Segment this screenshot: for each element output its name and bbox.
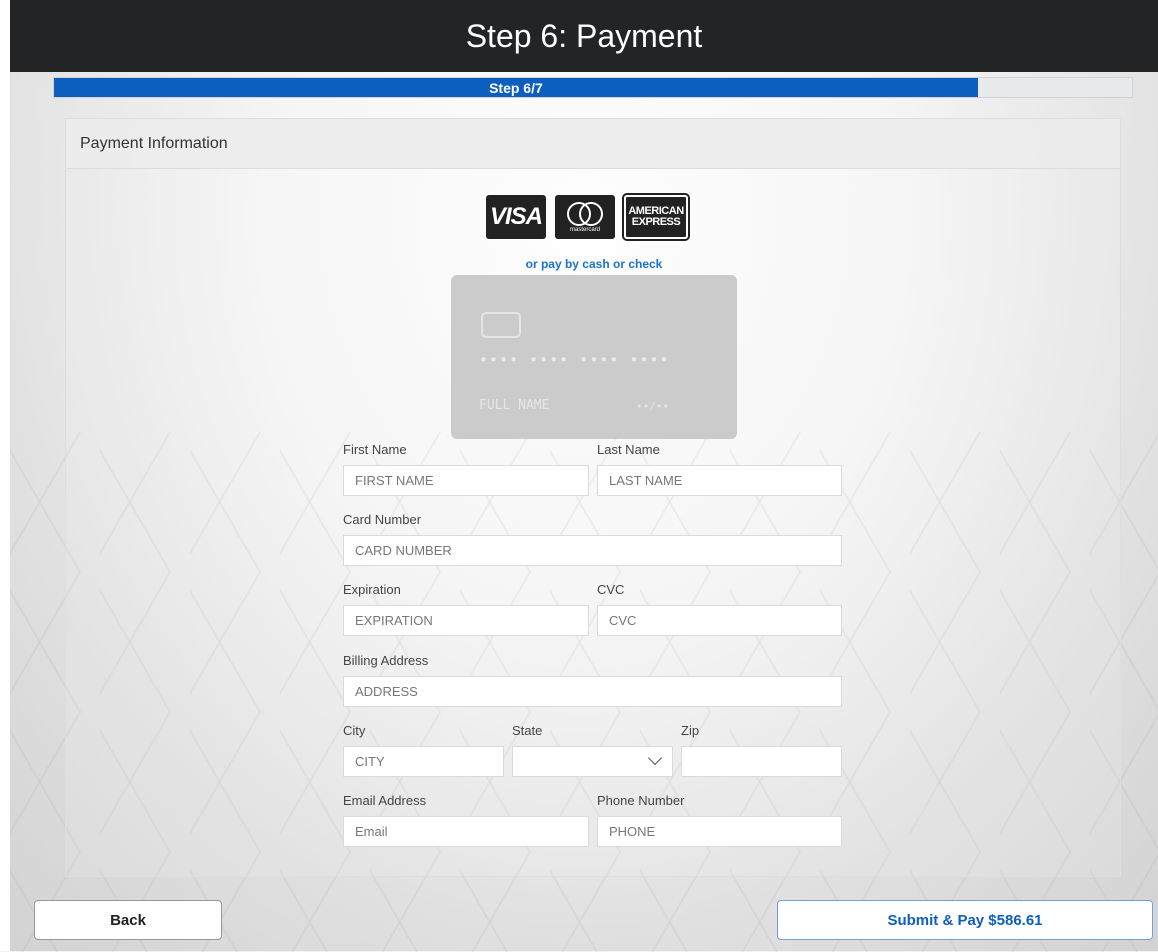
page-header: Step 6: Payment <box>10 0 1158 72</box>
phone-label: Phone Number <box>597 793 685 808</box>
cvc-label: CVC <box>597 582 625 597</box>
billing-address-label: Billing Address <box>343 653 429 668</box>
expiration-field[interactable] <box>343 605 589 636</box>
card-preview-expiry: ••/•• <box>636 400 670 413</box>
chevron-down-icon <box>647 750 663 766</box>
state-select[interactable] <box>512 746 673 777</box>
back-button[interactable]: Back <box>34 900 222 940</box>
phone-field[interactable] <box>597 816 842 847</box>
billing-address-field[interactable] <box>343 676 842 707</box>
last-name-label: Last Name <box>597 442 660 457</box>
card-number-field[interactable] <box>343 535 842 566</box>
city-label: City <box>343 723 366 738</box>
expiration-label: Expiration <box>343 582 401 597</box>
page-title: Step 6: Payment <box>465 17 703 54</box>
email-label: Email Address <box>343 793 427 808</box>
submit-pay-button[interactable]: Submit & Pay $586.61 <box>777 900 1153 940</box>
payment-page: Step 6: Payment Step 6/7 Payment Informa… <box>10 0 1158 952</box>
mastercard-icon: mastercard <box>555 195 615 239</box>
state-label: State <box>512 723 543 738</box>
email-field[interactable] <box>343 816 589 847</box>
card-number-label: Card Number <box>343 512 422 527</box>
amex-icon: AMERICAN EXPRESS <box>622 193 690 241</box>
step-progress-bar: Step 6/7 <box>53 77 1133 98</box>
zip-field[interactable] <box>681 746 842 777</box>
mastercard-circles <box>567 201 603 226</box>
card-preview-name: FULL NAME <box>479 398 550 413</box>
city-field[interactable] <box>343 746 504 777</box>
step-progress-fill: Step 6/7 <box>54 78 978 97</box>
visa-icon: VISA <box>486 195 546 239</box>
zip-label: Zip <box>681 723 700 738</box>
pay-by-cash-link[interactable]: or pay by cash or check <box>66 257 1122 271</box>
first-name-label: First Name <box>343 442 407 457</box>
step-progress-label: Step 6/7 <box>489 79 543 96</box>
card-logos: VISA mastercard AMERICAN EXPRESS <box>486 193 690 241</box>
card-preview-number: •••• •••• •••• •••• <box>479 351 670 369</box>
cvc-field[interactable] <box>597 605 842 636</box>
panel-title: Payment Information <box>80 134 228 152</box>
card-preview: •••• •••• •••• •••• FULL NAME ••/•• <box>451 275 737 439</box>
card-chip-icon <box>481 312 521 338</box>
last-name-field[interactable] <box>597 465 842 496</box>
panel-header: Payment Information <box>66 119 1120 169</box>
first-name-field[interactable] <box>343 465 589 496</box>
